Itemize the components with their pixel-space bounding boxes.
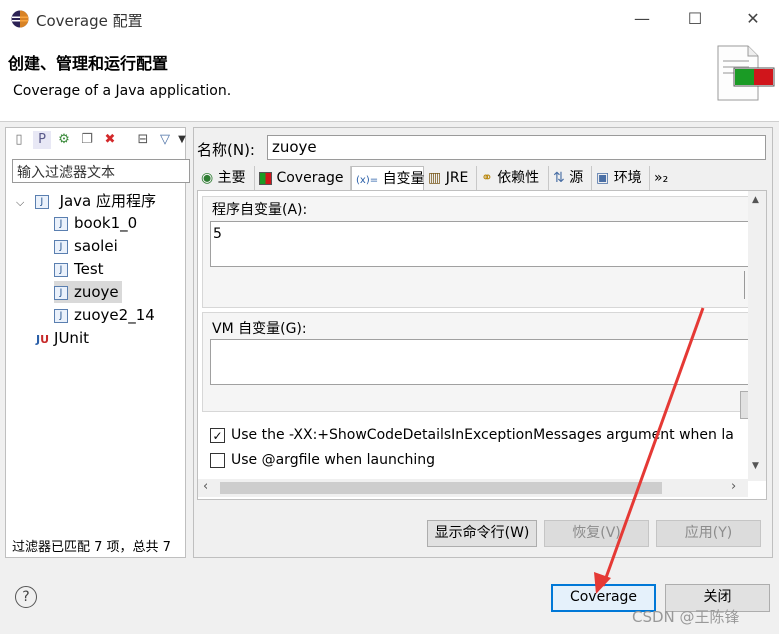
tab-arguments[interactable]: (x)= 自变量: [351, 166, 425, 190]
tab-dependencies[interactable]: ⚭ 依赖性: [477, 166, 549, 190]
tree-node-saolei[interactable]: Jsaolei: [16, 235, 186, 257]
tab-label: 依赖性: [497, 170, 540, 186]
export-config-icon[interactable]: ⚙: [55, 131, 73, 149]
tree-label: Java 应用程序: [59, 192, 157, 210]
java-config-icon: J: [54, 308, 68, 323]
junit-icon: JU: [36, 333, 50, 346]
program-args-textarea[interactable]: 5: [210, 221, 750, 267]
show-code-details-label: Use the -XX:+ShowCodeDetailsInExceptionM…: [231, 427, 734, 443]
scroll-up-icon[interactable]: ▲: [752, 195, 759, 205]
tab-environment[interactable]: ▣ 环境: [592, 166, 650, 190]
tree-label: book1_0: [74, 214, 138, 232]
scroll-left-icon[interactable]: ‹: [203, 479, 208, 494]
java-config-icon: J: [54, 216, 68, 231]
tab-coverage[interactable]: Coverage: [255, 166, 351, 190]
view-menu-icon[interactable]: ▼: [177, 131, 187, 149]
duplicate-config-icon[interactable]: ❐: [78, 131, 96, 149]
program-args-label: 程序自变量(A):: [212, 202, 308, 218]
tree-label: zuoye: [74, 283, 119, 301]
tree-node-junit[interactable]: JU JUnit: [16, 327, 186, 349]
arguments-tab-icon: (x)=: [356, 175, 379, 186]
tab-label: 源: [569, 170, 584, 186]
config-name-input[interactable]: zuoye: [267, 135, 766, 160]
minimize-button[interactable]: —: [630, 8, 654, 30]
selected-highlight: Jzuoye: [54, 281, 122, 303]
watermark: CSDN @王陈锋: [632, 608, 740, 626]
tree-node-java-app[interactable]: ⌵ J Java 应用程序: [16, 190, 186, 212]
scroll-right-icon[interactable]: ›: [731, 479, 736, 494]
tree-label: Test: [74, 260, 104, 278]
tab-jre[interactable]: ▥ JRE: [424, 166, 477, 190]
java-config-icon: J: [54, 262, 68, 277]
name-label: 名称(N):: [197, 141, 255, 159]
tab-label: JRE: [445, 170, 469, 186]
window-title: Coverage 配置: [36, 12, 143, 30]
tab-label: 自变量: [382, 171, 425, 187]
show-code-details-checkbox[interactable]: ✓: [210, 428, 225, 443]
variables-button-edge: [744, 271, 745, 299]
new-prototype-icon[interactable]: P: [33, 131, 51, 149]
java-config-icon: J: [54, 285, 68, 300]
close-window-button[interactable]: ✕: [741, 8, 765, 30]
revert-button[interactable]: 恢复(V): [544, 520, 649, 547]
eclipse-logo-icon: [11, 10, 29, 28]
tree-node-zuoye[interactable]: Jzuoye: [16, 281, 186, 303]
dependencies-tab-icon: ⚭: [481, 170, 493, 186]
environment-tab-icon: ▣: [596, 170, 610, 186]
tree-label: zuoye2_14: [74, 306, 155, 324]
dialog-title: 创建、管理和运行配置: [8, 54, 169, 73]
vertical-scrollbar[interactable]: ▲ ▼: [748, 191, 766, 481]
tree-node-test[interactable]: J Test: [16, 258, 186, 280]
tab-overflow[interactable]: »₂: [650, 166, 674, 190]
source-tab-icon: ⇅: [553, 170, 565, 186]
filter-status-text: 过滤器已匹配 7 项，总共 7: [12, 540, 171, 555]
tree-label: JUnit: [54, 329, 89, 347]
apply-button[interactable]: 应用(Y): [656, 520, 761, 547]
tree-node-zuoye2_14[interactable]: Jzuoye2_14: [16, 304, 186, 326]
expand-chevron-icon[interactable]: ⌵: [16, 192, 30, 214]
tree-label: saolei: [74, 237, 118, 255]
java-config-icon: J: [54, 239, 68, 254]
java-app-icon: J: [34, 194, 49, 209]
delete-config-icon[interactable]: ✖: [101, 131, 119, 149]
horizontal-scrollbar[interactable]: ‹ ›: [198, 479, 748, 497]
argfile-label: Use @argfile when launching: [231, 452, 436, 468]
main-tab-icon: ◉: [201, 170, 214, 186]
vm-args-textarea[interactable]: [210, 339, 750, 385]
jre-tab-icon: ▥: [428, 170, 442, 186]
new-config-icon[interactable]: ▯: [10, 131, 28, 149]
tab-label: Coverage: [276, 170, 344, 186]
tab-label: 环境: [613, 170, 642, 186]
help-icon[interactable]: ?: [15, 586, 37, 608]
show-command-line-button[interactable]: 显示命令行(W): [427, 520, 537, 547]
vm-args-label: VM 自变量(G):: [212, 321, 307, 337]
config-tabs: ◉ 主要 Coverage (x)= 自变量 ▥ JRE ⚭ 依赖性 ⇅ 源 ▣…: [197, 166, 767, 190]
coverage-banner-icon: [712, 44, 776, 104]
config-tree: ⌵ J Java 应用程序 Jbook1_0 Jsaolei J Test Jzu…: [16, 190, 186, 349]
scroll-thumb[interactable]: [220, 482, 662, 494]
tab-main[interactable]: ◉ 主要: [197, 166, 255, 190]
collapse-all-icon[interactable]: ⊟: [134, 131, 152, 149]
arguments-tab-content: 程序自变量(A): 5 VM 自变量(G): ✓ Use the -XX:+Sh…: [197, 190, 767, 500]
maximize-button[interactable]: ☐: [683, 8, 707, 30]
tree-node-book1_0[interactable]: Jbook1_0: [16, 212, 186, 234]
argfile-checkbox[interactable]: [210, 453, 225, 468]
dialog-subtitle: Coverage of a Java application.: [13, 83, 232, 99]
tab-label: 主要: [217, 170, 246, 186]
coverage-tab-icon: [259, 171, 272, 185]
filter-icon[interactable]: ▽: [156, 131, 174, 149]
tab-source[interactable]: ⇅ 源: [549, 166, 592, 190]
filter-input[interactable]: 输入过滤器文本: [12, 159, 190, 183]
scroll-down-icon[interactable]: ▼: [752, 461, 759, 471]
